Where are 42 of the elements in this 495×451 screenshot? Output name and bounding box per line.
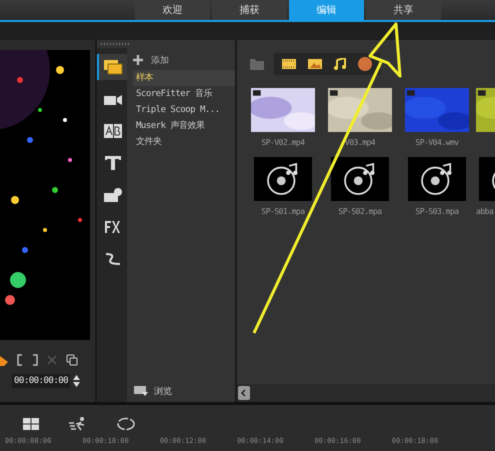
library-item[interactable]: 文件夹 bbox=[133, 134, 235, 150]
tab[interactable]: 共享 bbox=[366, 0, 441, 20]
library-item[interactable]: 样本 bbox=[133, 70, 235, 86]
mark-out-icon[interactable] bbox=[32, 354, 38, 366]
file-name: SP-S01.mpa bbox=[261, 207, 305, 216]
plus-icon bbox=[133, 55, 143, 65]
add-button[interactable]: 添加 bbox=[133, 50, 235, 70]
fx-icon bbox=[103, 218, 123, 236]
marker-icon[interactable] bbox=[0, 354, 8, 366]
audio-file-icon[interactable] bbox=[405, 157, 469, 201]
tab[interactable]: 欢迎 bbox=[135, 0, 210, 20]
music-icon[interactable] bbox=[334, 58, 346, 70]
audio-file-icon[interactable] bbox=[328, 157, 392, 201]
tab[interactable]: 捕获 bbox=[212, 0, 287, 20]
spinner-icon[interactable] bbox=[73, 375, 80, 387]
scroll-left-button[interactable] bbox=[238, 386, 250, 400]
runner-icon[interactable] bbox=[69, 417, 87, 431]
library-item[interactable]: ScoreFitter 音乐 bbox=[133, 86, 235, 102]
shapes-icon bbox=[103, 186, 123, 204]
path-icon bbox=[103, 250, 123, 268]
browse-icon bbox=[133, 385, 149, 397]
title-icon bbox=[103, 154, 123, 172]
mark-in-icon[interactable] bbox=[17, 354, 23, 366]
loop-icon[interactable] bbox=[117, 417, 135, 431]
file-name: SP-V02.mp4 bbox=[261, 138, 305, 147]
disc-icon[interactable] bbox=[358, 57, 372, 71]
ab-icon bbox=[103, 122, 123, 140]
file-name: SP-S02.mpa bbox=[338, 207, 382, 216]
file-name: abba bbox=[476, 207, 494, 216]
copy-icon[interactable] bbox=[66, 354, 78, 366]
storyboard-icon[interactable] bbox=[23, 418, 39, 430]
file-name: SP-S03.mpa bbox=[415, 207, 459, 216]
file-name: V03.mp4 bbox=[344, 138, 376, 147]
library-item[interactable]: Muserk 声音效果 bbox=[133, 118, 235, 134]
film-icon[interactable] bbox=[282, 59, 296, 69]
timecode[interactable]: 00:00:00:00 bbox=[12, 374, 70, 388]
browse-button[interactable]: 浏览 bbox=[133, 382, 235, 400]
file-name: SP-V04.wmv bbox=[415, 138, 459, 147]
library-item[interactable]: Triple Scoop M... bbox=[133, 102, 235, 118]
media-icon bbox=[103, 58, 123, 76]
audio-file-icon[interactable] bbox=[251, 157, 315, 201]
library-tab[interactable] bbox=[97, 54, 127, 80]
